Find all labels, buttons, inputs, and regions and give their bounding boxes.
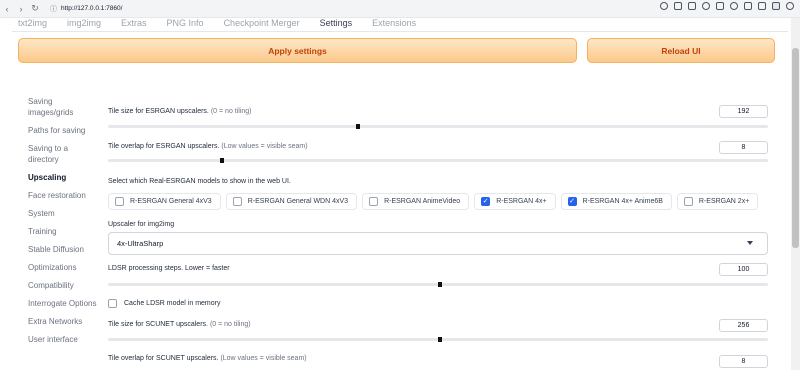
checkbox[interactable]	[115, 197, 124, 206]
tab-checkpoint-merger[interactable]: Checkpoint Merger	[224, 18, 300, 30]
tab-extensions[interactable]: Extensions	[372, 18, 416, 30]
address-bar[interactable]: http://127.0.0.1:7860/	[61, 5, 122, 12]
zoom-icon[interactable]	[702, 2, 710, 10]
slider-thumb[interactable]	[438, 282, 442, 287]
slider-thumb[interactable]	[355, 124, 360, 129]
realesrgan-option-label: R-ESRGAN General 4xV3	[130, 198, 212, 205]
ldsr-steps-slider[interactable]	[108, 282, 768, 287]
tabs-divider	[12, 31, 788, 32]
scunet-tile-slider[interactable]	[108, 337, 768, 342]
checkbox[interactable]: ✓	[567, 197, 577, 206]
apply-settings-button[interactable]: Apply settings	[18, 38, 577, 63]
scunet-overlap-input[interactable]: 8	[719, 355, 768, 368]
page-scrollbar[interactable]	[791, 18, 800, 370]
sidebar-item-optimizations[interactable]: Optimizations	[28, 262, 98, 273]
sidebar-item-upscaling[interactable]: Upscaling	[28, 172, 98, 183]
screenshot-icon[interactable]	[688, 2, 696, 10]
realesrgan-option[interactable]: R-ESRGAN 2x+	[676, 193, 759, 210]
play-icon[interactable]	[716, 2, 724, 10]
sidebar-item-training[interactable]: Training	[28, 226, 98, 237]
reload-ui-button[interactable]: Reload UI	[587, 38, 775, 63]
ldsr-steps-input[interactable]: 100	[719, 263, 768, 276]
sidebar-item-compatibility[interactable]: Compatibility	[28, 280, 98, 291]
forward-icon[interactable]: ›	[14, 4, 28, 14]
realesrgan-option[interactable]: R-ESRGAN AnimeVideo	[362, 193, 470, 210]
bookmark-edit-icon[interactable]	[674, 2, 682, 10]
scunet-tile-label: Tile size for SCUNET upscalers. (0 = no …	[108, 321, 251, 328]
slider-thumb[interactable]	[438, 337, 442, 342]
profile-icon[interactable]	[772, 2, 780, 10]
realesrgan-option-label: R-ESRGAN 4x+ Anime6B	[582, 198, 663, 205]
tab-png-info[interactable]: PNG Info	[167, 18, 204, 30]
realesrgan-option[interactable]: ✓ R-ESRGAN 4x+ Anime6B	[560, 193, 672, 210]
esrgan-tile-slider[interactable]	[108, 124, 768, 129]
search-icon[interactable]	[660, 2, 668, 10]
tab-extras[interactable]: Extras	[121, 18, 147, 30]
checkbox[interactable]	[369, 197, 379, 206]
realesrgan-option[interactable]: R-ESRGAN General WDN 4xV3	[225, 193, 358, 210]
realesrgan-models-label: Select which Real-ESRGAN models to show …	[108, 178, 291, 185]
upscaler-img2img-select[interactable]: 4x-UltraSharp	[108, 232, 768, 255]
realesrgan-option-label: R-ESRGAN General WDN 4xV3	[247, 198, 349, 205]
scunet-overlap-label: Tile overlap for SCUNET upscalers. (Low …	[108, 355, 307, 362]
realesrgan-option-label: R-ESRGAN AnimeVideo	[384, 198, 461, 205]
esrgan-tile-input[interactable]: 192	[719, 105, 768, 118]
realesrgan-option-label: R-ESRGAN 2x+	[698, 198, 750, 205]
upscaler-selected-value: 4x-UltraSharp	[117, 239, 164, 248]
realesrgan-option-label: R-ESRGAN 4x+	[496, 198, 547, 205]
scunet-tile-input[interactable]: 256	[719, 319, 768, 332]
settings-icon[interactable]	[786, 2, 794, 10]
sidebar-item-system[interactable]: System	[28, 208, 98, 219]
esrgan-overlap-label: Tile overlap for ESRGAN upscalers. (Low …	[108, 143, 308, 150]
tab-img2img[interactable]: img2img	[67, 18, 101, 30]
favorite-icon[interactable]	[730, 2, 738, 10]
ldsr-steps-label: LDSR processing steps. Lower = faster	[108, 265, 230, 272]
sidebar-item-extra-networks[interactable]: Extra Networks	[28, 316, 98, 327]
ldsr-cache-checkbox[interactable]	[108, 299, 117, 308]
extensions-icon[interactable]	[758, 2, 766, 10]
back-icon[interactable]: ‹	[0, 4, 14, 14]
realesrgan-models-group: R-ESRGAN General 4xV3 R-ESRGAN General WD…	[108, 193, 759, 210]
sidebar-item-paths-for-saving[interactable]: Paths for saving	[28, 125, 98, 136]
tab-txt2img[interactable]: txt2img	[18, 18, 47, 30]
slider-thumb[interactable]	[220, 158, 225, 163]
browser-toolbar: ‹ › ↻ ⓘ http://127.0.0.1:7860/	[0, 0, 800, 18]
site-info-icon[interactable]: ⓘ	[50, 4, 57, 14]
realesrgan-option[interactable]: ✓ R-ESRGAN 4x+	[474, 193, 556, 210]
esrgan-overlap-slider[interactable]	[108, 158, 768, 163]
scroll-thumb[interactable]	[792, 48, 799, 248]
ldsr-cache-option[interactable]: Cache LDSR model in memory	[108, 299, 220, 308]
realesrgan-option[interactable]: R-ESRGAN General 4xV3	[108, 193, 221, 210]
esrgan-overlap-input[interactable]: 8	[719, 141, 768, 154]
upscaler-img2img-label: Upscaler for img2img	[108, 221, 175, 228]
collections-icon[interactable]	[744, 2, 752, 10]
main-tabs: txt2img img2img Extras PNG Info Checkpoint M…	[18, 18, 416, 30]
sidebar-item-saving-images-grids[interactable]: Saving images/grids	[28, 96, 98, 118]
checkbox[interactable]: ✓	[481, 197, 491, 206]
esrgan-tile-label: Tile size for ESRGAN upscalers. (0 = no …	[108, 108, 252, 115]
chevron-down-icon	[747, 241, 753, 245]
ldsr-cache-label: Cache LDSR model in memory	[124, 300, 221, 307]
checkbox[interactable]	[232, 197, 242, 206]
sidebar-item-stable-diffusion[interactable]: Stable Diffusion	[28, 244, 98, 255]
sidebar-item-user-interface[interactable]: User interface	[28, 334, 98, 345]
sidebar-item-face-restoration[interactable]: Face restoration	[28, 190, 98, 201]
tab-settings[interactable]: Settings	[320, 18, 353, 30]
sidebar-item-interrogate-options[interactable]: Interrogate Options	[28, 298, 98, 309]
checkbox[interactable]	[683, 197, 693, 206]
settings-sidebar: Saving images/grids Paths for saving Savin…	[28, 96, 98, 352]
sidebar-item-saving-to-a-directory[interactable]: Saving to a directory	[28, 143, 98, 165]
reload-icon[interactable]: ↻	[28, 3, 42, 14]
